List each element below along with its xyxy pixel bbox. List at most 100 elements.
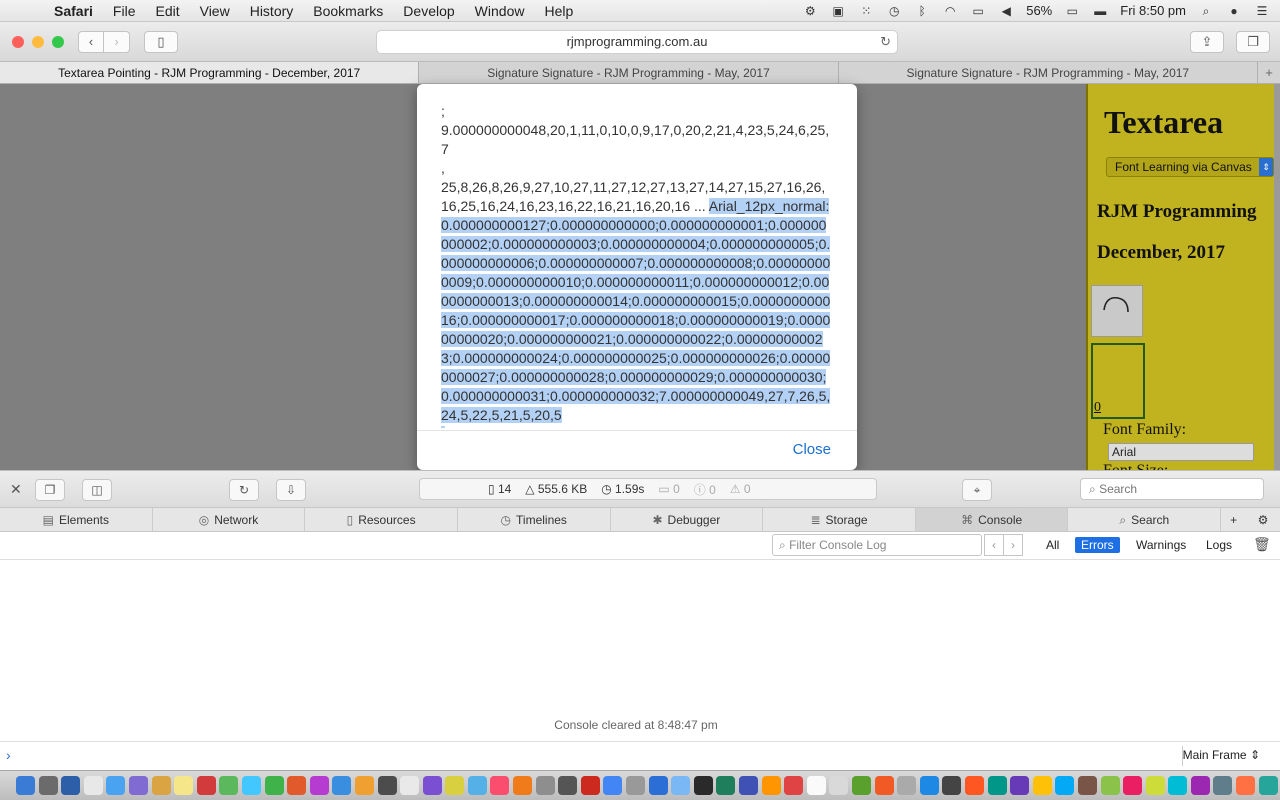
modal-textarea[interactable]: ; 9.000000000048,20,1,11,0,10,0,9,17,0,2… (441, 102, 833, 428)
inspect-target-icon[interactable]: ⌖ (962, 479, 992, 501)
menu-window[interactable]: Window (465, 0, 535, 22)
flag-icon[interactable]: ▬ (1092, 4, 1108, 18)
detach-window-icon[interactable]: ❐ (35, 479, 65, 501)
tab-console[interactable]: ⌘ Console (915, 508, 1069, 531)
spotlight-search-icon[interactable]: ⌕ (1198, 4, 1214, 18)
app-status-icon[interactable]: ▣ (830, 4, 846, 18)
level-warnings[interactable]: Warnings (1130, 537, 1192, 553)
dock-app-icon[interactable] (626, 776, 646, 795)
menu-help[interactable]: Help (534, 0, 583, 22)
tab-storage[interactable]: ≣ Storage (763, 508, 916, 531)
menu-develop[interactable]: Develop (393, 0, 464, 22)
dock-app-icon[interactable] (648, 776, 668, 795)
dock-app-icon[interactable] (1055, 776, 1075, 795)
dock-app-icon[interactable] (490, 776, 510, 795)
dock-app-icon[interactable] (897, 776, 917, 795)
dock-app-icon[interactable] (693, 776, 713, 795)
dock-app-icon[interactable] (851, 776, 871, 795)
battery-icon[interactable]: ▭ (1064, 4, 1080, 18)
dock-app-icon[interactable] (128, 776, 148, 795)
dock-app-icon[interactable] (1236, 776, 1256, 795)
font-family-input[interactable]: Arial (1108, 443, 1254, 461)
level-all[interactable]: All (1040, 537, 1065, 553)
siri-icon[interactable]: ● (1226, 4, 1242, 18)
tab-overview-button[interactable]: ❐ (1236, 30, 1270, 53)
new-tab-button[interactable]: + (1258, 62, 1280, 83)
dock-app-icon[interactable] (1123, 776, 1143, 795)
console-filter-input[interactable]: ⌕ Filter Console Log (772, 534, 982, 556)
resource-count[interactable]: ▯ 14 (488, 482, 511, 496)
bluetooth-icon[interactable]: ᛒ (914, 4, 930, 18)
tab-network[interactable]: ◎ Network (153, 508, 306, 531)
dock-app-icon[interactable] (1032, 776, 1052, 795)
dock-app-icon[interactable] (377, 776, 397, 795)
share-button[interactable]: ⇪ (1190, 30, 1224, 53)
page-scrollbar[interactable] (1274, 84, 1280, 470)
dock-app-icon[interactable] (964, 776, 984, 795)
dock-app-icon[interactable] (16, 776, 35, 795)
next-match-button[interactable]: › (1003, 534, 1023, 556)
close-window-button[interactable] (12, 35, 24, 48)
dock-app-icon[interactable] (422, 776, 442, 795)
dock-app-icon[interactable] (1190, 776, 1210, 795)
time-machine-icon[interactable]: ◷ (886, 4, 902, 18)
tab-debugger[interactable]: ✱ Debugger (611, 508, 764, 531)
dock-app-icon[interactable] (987, 776, 1007, 795)
close-button[interactable]: Close (793, 441, 831, 458)
dock-app-icon[interactable] (716, 776, 736, 795)
dock-app-icon[interactable] (784, 776, 804, 795)
trash-icon[interactable]: 🗑 (1253, 536, 1271, 553)
dock-app-icon[interactable] (445, 776, 465, 795)
close-devtools-icon[interactable]: ✕ (10, 481, 22, 498)
dock-app-icon[interactable] (309, 776, 329, 795)
volume-icon[interactable]: ◀ (998, 4, 1014, 18)
tab-search[interactable]: ⌕ Search (1068, 508, 1222, 531)
dock-app-icon[interactable] (874, 776, 894, 795)
dock-app-icon[interactable] (535, 776, 555, 795)
tab-resources[interactable]: ▯ Resources (305, 508, 458, 531)
add-tab-icon[interactable]: + (1221, 508, 1246, 531)
drawing-canvas[interactable]: 0 (1091, 343, 1145, 419)
tab-signature-2[interactable]: Signature Signature - RJM Programming - … (839, 62, 1258, 83)
zoom-window-button[interactable] (52, 35, 64, 48)
grid-status-icon[interactable]: ⁙ (858, 4, 874, 18)
dock-app-icon[interactable] (287, 776, 307, 795)
settings-gear-icon[interactable]: ⚙ (1246, 508, 1280, 531)
dock-app-icon[interactable] (580, 776, 600, 795)
dock-app-icon[interactable] (151, 776, 171, 795)
menu-edit[interactable]: Edit (145, 0, 189, 22)
dock-app-icon[interactable] (1145, 776, 1165, 795)
log-count[interactable]: ▭ 0 (658, 482, 679, 496)
devtools-search-input[interactable]: ⌕ Search (1080, 478, 1264, 500)
dock-side-icon[interactable]: ◫ (82, 479, 112, 501)
notification-center-icon[interactable]: ☰ (1254, 4, 1270, 18)
sidebar-toggle-button[interactable]: ▯ (144, 30, 178, 53)
dock-app-icon[interactable] (1258, 776, 1278, 795)
dock-app-icon[interactable] (1168, 776, 1188, 795)
tab-signature-1[interactable]: Signature Signature - RJM Programming - … (419, 62, 839, 83)
dock-app-icon[interactable] (919, 776, 939, 795)
tab-timelines[interactable]: ◷ Timelines (458, 508, 611, 531)
dock-app-icon[interactable] (761, 776, 781, 795)
dock-app-icon[interactable] (38, 776, 58, 795)
dock-app-icon[interactable] (942, 776, 962, 795)
console-prompt[interactable]: › (0, 741, 1280, 769)
dock-app-icon[interactable] (558, 776, 578, 795)
menu-bookmarks[interactable]: Bookmarks (303, 0, 393, 22)
wifi-icon[interactable]: ◠ (942, 4, 958, 18)
dock-app-icon[interactable] (1010, 776, 1030, 795)
menu-view[interactable]: View (190, 0, 240, 22)
previous-match-button[interactable]: ‹ (984, 534, 1004, 556)
load-time[interactable]: ◷ 1.59s (601, 482, 644, 496)
dock-app-icon[interactable] (513, 776, 533, 795)
menu-app[interactable]: Safari (44, 0, 103, 22)
level-logs[interactable]: Logs (1200, 537, 1238, 553)
dock-app-icon[interactable] (467, 776, 487, 795)
resource-size[interactable]: △ 555.6 KB (525, 482, 587, 496)
dock-app-icon[interactable] (354, 776, 374, 795)
dock-app-icon[interactable] (739, 776, 758, 795)
dock-app-icon[interactable] (83, 776, 103, 795)
gear-status-icon[interactable]: ⚙ (802, 4, 818, 18)
level-errors[interactable]: Errors (1075, 537, 1120, 553)
dock-app-icon[interactable] (332, 776, 352, 795)
